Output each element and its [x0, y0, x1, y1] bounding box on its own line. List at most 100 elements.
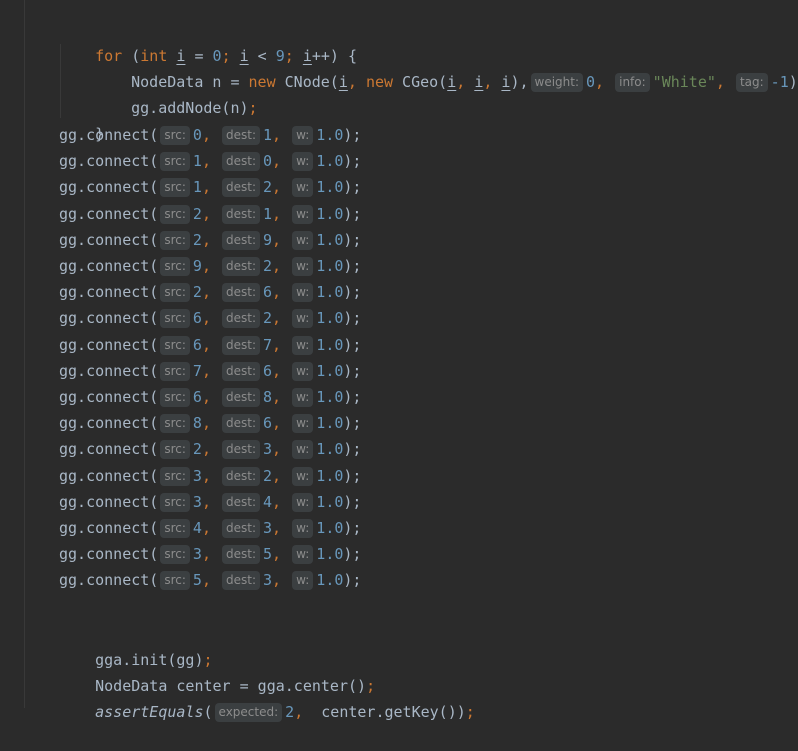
comma: ,	[272, 493, 291, 511]
param-hint-src: src:	[160, 493, 190, 512]
statement-end: );	[343, 126, 362, 144]
comma: ,	[272, 467, 291, 485]
method-call: gg.connect(	[59, 205, 159, 223]
param-hint-dest: dest:	[222, 336, 260, 355]
param-hint-w: w:	[292, 336, 314, 355]
param-hint-src: src:	[160, 571, 190, 590]
param-hint-src: src:	[160, 257, 190, 276]
number-literal: 0	[263, 152, 273, 170]
param-hint-src: src:	[160, 362, 190, 381]
param-hint-w: w:	[292, 388, 314, 407]
number-literal: 6	[263, 283, 273, 301]
connect-call-line: gg.connect(src: 2, dest: 6, w: 1.0);	[59, 279, 361, 305]
number-literal: 1.0	[316, 231, 344, 249]
constructor-cgeo: CGeo(	[393, 73, 448, 91]
connect-call-line: gg.connect(src: 9, dest: 2, w: 1.0);	[59, 253, 361, 279]
number-literal: 2	[263, 257, 273, 275]
comma: ,	[272, 283, 291, 301]
code-editor[interactable]: for (int i = 0; i < 9; i++) { NodeData n…	[0, 0, 798, 722]
comma: ,	[201, 336, 220, 354]
statement-end: );	[343, 493, 362, 511]
number-literal: 3	[192, 493, 202, 511]
connect-call-line: gg.connect(src: 7, dest: 6, w: 1.0);	[59, 358, 361, 384]
loop-variable: i	[338, 73, 348, 91]
param-hint-w: w:	[292, 467, 314, 486]
number-literal: 1	[263, 126, 273, 144]
number-literal: 6	[192, 309, 202, 327]
indent-guide	[24, 0, 25, 708]
statement-end: );	[343, 178, 362, 196]
statement-end: );	[343, 414, 362, 432]
number-literal: 3	[192, 545, 202, 563]
number-literal: 2	[263, 467, 273, 485]
number-literal: 1.0	[316, 414, 344, 432]
comma: ,	[272, 571, 291, 589]
connect-call-line: gg.connect(src: 1, dest: 2, w: 1.0);	[59, 174, 361, 200]
code-line-init: gga.init(gg);	[59, 621, 212, 669]
param-hint-w: w:	[292, 152, 314, 171]
comma: ,	[272, 414, 291, 432]
number-literal: 1.0	[316, 519, 344, 537]
number-literal: 2	[192, 205, 202, 223]
method-call: gg.connect(	[59, 178, 159, 196]
number-literal: 8	[263, 388, 273, 406]
comma: ,	[201, 283, 220, 301]
number-literal: 3	[263, 571, 273, 589]
assert-function: assertEquals	[95, 703, 204, 721]
number-literal: 7	[263, 336, 273, 354]
comma: ,	[201, 493, 220, 511]
number-literal: 1.0	[316, 388, 344, 406]
number-literal: 1.0	[316, 257, 344, 275]
param-hint-expected: expected:	[214, 703, 283, 722]
param-hint-weight: weight:	[530, 73, 584, 92]
statement-end: );	[343, 336, 362, 354]
param-hint-src: src:	[160, 414, 190, 433]
keyword-new: new	[365, 73, 394, 91]
number-literal: 2	[192, 440, 202, 458]
comma: ,	[272, 126, 291, 144]
number-literal: 1	[192, 178, 202, 196]
code-line-close-brace: }	[59, 95, 104, 143]
param-hint-w: w:	[292, 519, 314, 538]
comma: ,	[272, 440, 291, 458]
number-literal: 1.0	[316, 152, 344, 170]
param-hint-dest: dest:	[222, 178, 260, 197]
param-hint-src: src:	[160, 467, 190, 486]
param-hint-w: w:	[292, 414, 314, 433]
statement-end: );	[788, 73, 798, 91]
method-call: gg.connect(	[59, 493, 159, 511]
connect-call-line: gg.connect(src: 1, dest: 0, w: 1.0);	[59, 148, 361, 174]
param-hint-w: w:	[292, 571, 314, 590]
number-literal: 1.0	[316, 545, 344, 563]
param-hint-dest: dest:	[222, 571, 260, 590]
method-call: gg.connect(	[59, 257, 159, 275]
loop-variable: i	[474, 73, 484, 91]
param-hint-w: w:	[292, 362, 314, 381]
comma: ,	[272, 336, 291, 354]
number-literal: 1	[263, 205, 273, 223]
comma: ,	[201, 231, 220, 249]
semicolon: ;	[465, 703, 475, 721]
number-literal: 5	[192, 571, 202, 589]
param-hint-src: src:	[160, 152, 190, 171]
number-literal: 1.0	[316, 362, 344, 380]
param-hint-w: w:	[292, 440, 314, 459]
method-call: gg.connect(	[59, 231, 159, 249]
statement-end: );	[343, 440, 362, 458]
param-hint-dest: dest:	[222, 440, 260, 459]
statement-end: );	[343, 152, 362, 170]
number-literal: 2	[263, 178, 273, 196]
comma: ,	[201, 362, 220, 380]
statement-end: );	[343, 519, 362, 537]
param-hint-tag: tag:	[735, 73, 768, 92]
comma: ,	[201, 126, 220, 144]
comma: ,	[201, 467, 220, 485]
param-hint-dest: dest:	[222, 414, 260, 433]
number-literal: 2	[192, 283, 202, 301]
comma: ,	[201, 545, 220, 563]
number-literal: 2	[192, 231, 202, 249]
param-hint-dest: dest:	[222, 388, 260, 407]
comma: ,	[201, 388, 220, 406]
number-literal: -1	[770, 73, 789, 91]
statement-end: );	[343, 257, 362, 275]
